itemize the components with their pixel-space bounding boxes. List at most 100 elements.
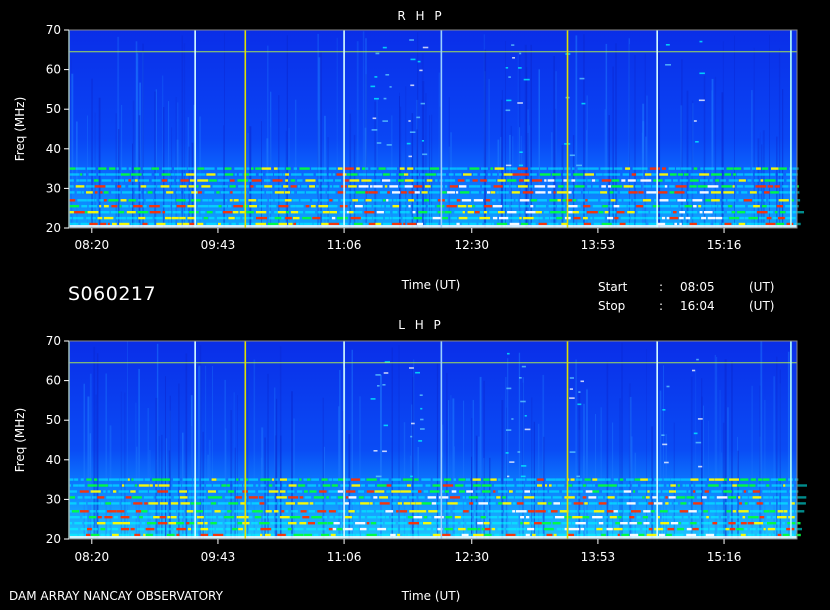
emission-segment <box>527 527 535 531</box>
emission-segment <box>646 533 657 537</box>
emission-segment <box>634 478 641 481</box>
emission-segment <box>713 222 720 226</box>
y-tick-label: 40 <box>46 453 61 467</box>
emission-segment <box>120 199 127 202</box>
emission-segment <box>609 173 621 176</box>
emission-segment <box>91 502 101 505</box>
emission-segment <box>200 527 209 531</box>
emission-segment <box>516 510 527 513</box>
emission-segment <box>766 216 772 220</box>
burst-dash <box>420 407 423 410</box>
emission-segment <box>530 522 534 525</box>
emission-segment <box>716 496 728 499</box>
emission-segment <box>382 222 392 226</box>
emission-segment <box>770 191 779 194</box>
emission-segment <box>374 502 380 505</box>
emission-segment <box>759 216 766 220</box>
emission-segment <box>187 533 195 537</box>
emission-segment <box>725 527 730 531</box>
emission-segment <box>588 496 597 499</box>
emission-segment <box>503 484 506 487</box>
emission-segment <box>98 173 106 176</box>
emission-segment <box>463 173 472 176</box>
emission-segment <box>679 222 682 226</box>
noise-streak <box>479 376 482 539</box>
emission-segment <box>768 199 777 202</box>
emission-segment <box>691 216 700 220</box>
emission-segment <box>267 516 275 519</box>
emission-segment <box>585 527 595 531</box>
emission-segment <box>736 527 744 531</box>
emission-segment <box>265 496 275 499</box>
noise-streak <box>757 138 760 228</box>
emission-segment <box>413 205 420 208</box>
emission-segment <box>693 502 703 505</box>
emission-segment <box>290 173 302 176</box>
emission-segment <box>473 533 484 537</box>
noise-streak <box>722 422 725 539</box>
emission-segment <box>555 179 562 182</box>
emission-segment <box>492 522 503 525</box>
emission-segment <box>729 516 740 519</box>
burst-dash <box>664 461 669 464</box>
emission-segment <box>98 478 109 481</box>
noise-streak <box>759 132 761 228</box>
emission-segment <box>577 205 581 208</box>
emission-segment <box>648 478 652 481</box>
emission-segment <box>204 510 212 513</box>
emission-segment <box>525 533 530 537</box>
emission-segment <box>577 222 584 226</box>
emission-segment <box>676 496 686 499</box>
emission-segment <box>423 522 432 525</box>
emission-segment <box>468 185 477 188</box>
emission-segment <box>748 216 758 220</box>
y-tick-label: 50 <box>46 413 61 427</box>
emission-segment <box>593 484 595 487</box>
emission-segment <box>445 516 453 519</box>
emission-segment <box>503 185 510 188</box>
emission-segment <box>330 533 336 537</box>
emission-segment <box>528 510 535 513</box>
emission-segment <box>197 496 206 499</box>
emission-segment <box>452 510 463 513</box>
emission-segment <box>609 191 614 194</box>
emission-segment <box>497 478 501 481</box>
emission-segment <box>260 478 271 481</box>
emission-segment <box>582 484 587 487</box>
emission-segment <box>361 510 367 513</box>
emission-segment <box>206 484 212 487</box>
emission-segment <box>723 490 732 493</box>
emission-segment <box>328 510 336 513</box>
emission-segment <box>278 502 285 505</box>
emission-segment <box>267 222 278 226</box>
emission-segment <box>300 510 307 513</box>
emission-segment <box>659 211 663 214</box>
burst-dash <box>371 129 378 131</box>
x-tick-label: 11:06 <box>327 238 362 252</box>
emission-segment <box>80 510 89 513</box>
emission-segment <box>160 185 170 188</box>
emission-segment <box>698 510 702 513</box>
burst-dash <box>520 400 526 403</box>
emission-segment <box>139 516 143 519</box>
emission-segment <box>768 533 771 537</box>
emission-segment <box>587 185 591 188</box>
emission-segment <box>100 502 105 505</box>
noise-streak <box>71 73 74 228</box>
emission-segment <box>153 199 164 202</box>
emission-segment <box>377 484 387 487</box>
emission-segment <box>221 510 227 513</box>
emission-segment <box>675 185 687 188</box>
emission-segment <box>386 490 391 493</box>
emission-segment <box>403 222 406 226</box>
emission-segment <box>778 490 787 493</box>
emission-segment <box>431 522 437 525</box>
emission-segment <box>351 484 361 487</box>
emission-segment <box>328 173 332 176</box>
emission-segment <box>715 216 723 220</box>
emission-segment <box>281 216 284 220</box>
emission-segment <box>273 167 278 170</box>
emission-segment <box>638 490 647 493</box>
emission-segment <box>370 522 377 525</box>
emission-segment <box>419 522 423 525</box>
